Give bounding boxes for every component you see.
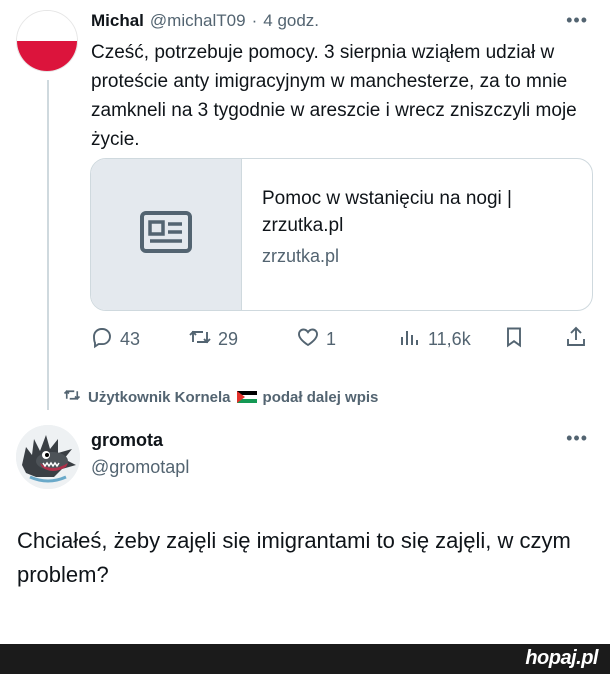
display-name[interactable]: Michal: [91, 11, 144, 31]
brand-logo: hopaj.pl: [525, 647, 598, 669]
avatar[interactable]: [16, 425, 80, 489]
more-options-icon[interactable]: •••: [566, 428, 588, 449]
bookmark-button[interactable]: [502, 325, 526, 354]
more-options-icon[interactable]: •••: [566, 10, 588, 31]
card-title: Pomoc w wstanięciu na nogi | zrzutka.pl: [262, 188, 512, 236]
handle[interactable]: @gromotapl: [91, 457, 189, 478]
card-thumbnail: [91, 159, 242, 310]
separator: ·: [251, 11, 258, 30]
handle[interactable]: @michalT09: [150, 11, 246, 31]
share-icon: [564, 325, 588, 354]
tweet-header: Michal @michalT09 · 4 godz.: [91, 11, 319, 31]
thread-line: [47, 80, 49, 410]
share-button[interactable]: [564, 325, 588, 354]
display-name[interactable]: gromota: [91, 430, 163, 451]
retweet-button[interactable]: 29: [188, 325, 238, 354]
card-domain: zrzutka.pl: [262, 246, 340, 266]
retweet-count: 29: [218, 329, 239, 349]
retweeter-name: Użytkownik Kornela: [88, 388, 231, 406]
retweet-small-icon: [62, 386, 82, 408]
avatar[interactable]: [16, 10, 78, 72]
retweet-note-suffix: podał dalej wpis: [262, 388, 379, 406]
link-card[interactable]: Pomoc w wstanięciu na nogi | zrzutka.pl …: [90, 158, 593, 311]
article-icon: [139, 210, 193, 259]
tweet-actions: 43 29 1 11,6k: [90, 325, 590, 357]
reply-count: 43: [120, 329, 141, 349]
bookmark-icon: [502, 325, 526, 354]
tweet-text: Cześć, potrzebuje pomocy. 3 sierpnia wzi…: [91, 42, 577, 150]
reply-icon: [90, 325, 114, 354]
watermark-bar: hopaj.pl: [0, 644, 610, 674]
tweet-text: Chciałeś, żeby zajęli się imigrantami to…: [17, 528, 571, 587]
card-body: Pomoc w wstanięciu na nogi | zrzutka.pl …: [242, 159, 592, 310]
dragon-avatar-icon: [16, 425, 80, 489]
like-button[interactable]: 1: [296, 325, 336, 354]
like-count: 1: [326, 329, 337, 349]
retweet-note[interactable]: Użytkownik Kornela podał dalej wpis: [62, 386, 378, 408]
views-icon: [398, 325, 422, 354]
views-button[interactable]: 11,6k: [398, 325, 471, 354]
avatar-flag-white: [17, 11, 77, 41]
retweet-icon: [188, 325, 212, 354]
avatar-flag-red: [17, 41, 77, 71]
heart-icon: [296, 325, 320, 354]
reply-button[interactable]: 43: [90, 325, 140, 354]
views-count: 11,6k: [428, 329, 471, 349]
palestine-flag-icon: [236, 391, 257, 403]
timestamp[interactable]: 4 godz.: [263, 11, 319, 31]
